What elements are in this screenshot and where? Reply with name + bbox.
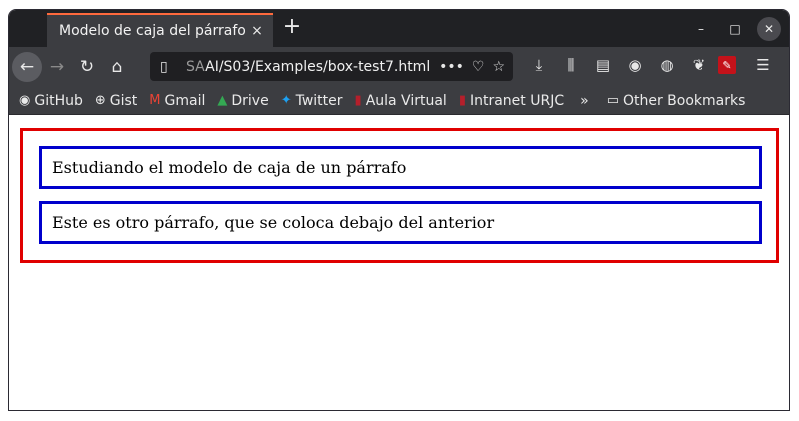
globe-icon: ⊕ (94, 93, 106, 108)
sidebar-icon[interactable]: ▤ (590, 52, 616, 78)
account-icon[interactable]: ◉ (622, 52, 648, 78)
extension-red-icon[interactable]: ✎ (718, 56, 736, 74)
url-prefix: SA (186, 58, 206, 75)
minimize-icon[interactable]: – (689, 17, 713, 41)
pocket-icon[interactable]: ♡ (472, 59, 485, 75)
url-text[interactable]: SAAI/S03/Examples/box-test7.html (186, 59, 439, 75)
page-actions-icon[interactable]: ••• (439, 59, 464, 75)
other-bookmarks[interactable]: ▭ Other Bookmarks (607, 93, 746, 109)
forward-button[interactable]: → (42, 52, 72, 82)
maximize-icon[interactable]: □ (723, 17, 747, 41)
window-controls: – □ ✕ (689, 17, 781, 41)
library-icon[interactable]: ⫼ (558, 52, 584, 78)
drive-icon: ▲ (217, 93, 228, 108)
page-content: Estudiando el modelo de caja de un párra… (9, 115, 789, 405)
bookmark-twitter[interactable]: ✦ Twitter (281, 93, 343, 109)
close-icon[interactable]: ✕ (757, 17, 781, 41)
folder-icon: ▭ (606, 93, 619, 108)
tab-close-icon[interactable]: × (247, 23, 267, 39)
extension-icon[interactable]: ❦ (686, 52, 712, 78)
address-bar[interactable]: ▯ SAAI/S03/Examples/box-test7.html ••• ♡… (150, 52, 513, 81)
bookmark-aula-virtual[interactable]: ▮ Aula Virtual (355, 93, 447, 109)
toolbar-right: ⤓ ⫼ ▤ ◉ ◍ ❦ ✎ ☰ (526, 52, 776, 78)
url-actions: ••• ♡ ☆ (439, 59, 513, 75)
urjc-icon: ▮ (458, 93, 466, 108)
home-button[interactable]: ⌂ (102, 52, 132, 82)
title-bar: Modelo de caja del párrafo × + – □ ✕ (9, 10, 789, 47)
bookmark-gist[interactable]: ⊕ Gist (95, 93, 137, 109)
bookmark-drive[interactable]: ▲ Drive (217, 93, 268, 109)
gmail-icon: M (149, 93, 161, 108)
urjc-icon: ▮ (354, 93, 362, 108)
github-icon: ◉ (19, 93, 31, 108)
navigation-toolbar: ← → ↻ ⌂ ▯ SAAI/S03/Examples/box-test7.ht… (9, 47, 789, 87)
tab-title: Modelo de caja del párrafo (59, 23, 246, 39)
bookmark-intranet-urjc[interactable]: ▮ Intranet URJC (459, 93, 564, 109)
bookmark-star-icon[interactable]: ☆ (492, 59, 505, 75)
bookmark-github[interactable]: ◉ GitHub (19, 93, 83, 109)
bookmarks-bar: ◉ GitHub ⊕ Gist M Gmail ▲ Drive ✦ Twitter ▮ Au… (9, 87, 789, 115)
paragraph-2: Este es otro párrafo, que se coloca deba… (39, 201, 762, 244)
github-icon[interactable]: ◍ (654, 52, 680, 78)
paragraph-1: Estudiando el modelo de caja de un párra… (39, 146, 762, 189)
reload-button[interactable]: ↻ (72, 52, 102, 82)
url-main: AI/S03/Examples/box-test7.html (205, 58, 431, 75)
page-icon: ▯ (160, 58, 168, 75)
twitter-icon: ✦ (280, 93, 292, 108)
tab-active[interactable]: Modelo de caja del párrafo × (47, 13, 273, 47)
back-button[interactable]: ← (12, 52, 42, 82)
bookmark-gmail[interactable]: M Gmail (149, 93, 205, 109)
outer-box: Estudiando el modelo de caja de un párra… (20, 128, 779, 263)
browser-window: Modelo de caja del párrafo × + – □ ✕ ← →… (8, 9, 790, 411)
menu-icon[interactable]: ☰ (750, 52, 776, 78)
new-tab-button[interactable]: + (281, 16, 303, 38)
download-icon[interactable]: ⤓ (526, 52, 552, 78)
bookmarks-overflow-icon[interactable]: » (580, 93, 589, 109)
